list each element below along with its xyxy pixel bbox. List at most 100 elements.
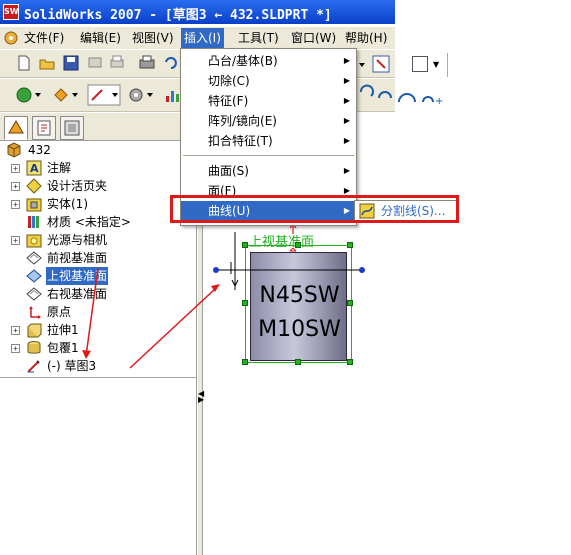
menu-item-label: 阵列/镜向(E) [208,114,277,128]
title-bar: SW SolidWorks 2007 - [草图3 ← 432.SLDPRT *… [0,0,395,24]
tree-item-label: 拉伸1 [47,323,79,337]
rebuild-icon[interactable] [15,86,43,104]
tree-item-label: 原点 [47,305,72,319]
part-icon [7,142,21,158]
chart-icon[interactable] [163,86,181,104]
tab-feature-manager[interactable] [4,116,28,140]
submenu-arrow-icon: ▶ [343,96,350,105]
menu-item-fastening-feature[interactable]: 扣合特征(T) ▶ [181,131,356,151]
submenu-arrow-icon: ▶ [343,76,350,85]
tree-item-label: 光源与相机 [47,233,108,247]
plane-icon [26,251,42,265]
feature-tree-icon [8,120,24,134]
menu-item-pattern-mirror[interactable]: 阵列/镜向(E) ▶ [181,111,356,131]
svg-text:A: A [30,162,39,175]
sketch-bounding-box [245,245,352,363]
sketch-handle[interactable] [295,242,301,248]
menu-insert[interactable]: 插入(I) [181,28,224,48]
tree-item-label: 材质 <未指定> [47,215,131,229]
options-icon[interactable] [52,86,80,104]
solid-body-folder-icon [26,198,42,212]
sketch-handle[interactable] [347,300,353,306]
tree-item-label: 包覆1 [47,341,79,355]
axis-endpoint-icon [213,267,219,273]
sketch-handle[interactable] [347,242,353,248]
menu-item-boss-base[interactable]: 凸台/基体(B) ▶ [181,51,356,71]
new-file-icon[interactable] [15,54,33,72]
tree-item-label-selected: 上视基准面 [46,267,109,285]
sketch-handle[interactable] [347,359,353,365]
print-preview-icon[interactable] [86,54,104,72]
design-binder-icon [26,178,42,194]
extrude-icon [27,323,42,338]
submenu-arrow-icon: ▶ [343,166,350,175]
lights-folder-icon [26,234,42,248]
sketch-handle[interactable] [242,359,248,365]
svg-text:+: + [435,96,443,107]
sketch-icon[interactable] [87,84,121,106]
tab-configuration-manager[interactable] [60,116,84,140]
tree-item-label: 设计活页夹 [47,179,108,193]
configuration-icon [64,120,80,136]
menu-item-label: 扣合特征(T) [208,134,273,148]
sketch-icon [27,360,40,373]
toolbar-separator [447,53,448,77]
menu-tools[interactable]: 工具(T) [238,28,279,48]
chevron-down-icon[interactable]: ▼ [433,60,439,69]
panel-divider [0,377,197,379]
submenu-arrow-icon: ▶ [343,56,350,65]
tab-property-manager[interactable] [32,116,56,140]
feature-tree: 432 + A 注解 + 设计活页夹 + 实体(1) 材质 <未指定> + 光源… [0,141,197,377]
plane-icon [26,269,42,283]
tree-item-label: 注解 [47,161,72,175]
expand-icon[interactable]: + [11,326,20,335]
highlight-annotation-box [170,195,459,223]
expand-icon[interactable]: + [11,182,20,191]
origin-marker-icon [231,279,239,288]
save-icon[interactable] [62,54,80,72]
document-menu-icon[interactable] [3,30,19,46]
menu-item-label: 特征(F) [208,94,249,108]
tree-item-label: 实体(1) [47,197,88,211]
expand-icon[interactable]: + [11,164,20,173]
menu-help[interactable]: 帮助(H) [345,28,387,48]
annotation-arrowhead-icon [211,284,220,292]
tree-item-label: (-) 草图3 [47,359,97,373]
undo-icon[interactable] [162,54,180,72]
menu-item-label: 切除(C) [208,74,250,88]
printer-icon[interactable] [138,54,156,72]
panel-tabs [0,113,197,141]
tree-root-label: 432 [28,143,51,157]
settings-gear-icon[interactable] [127,86,155,104]
menu-view[interactable]: 视图(V) [132,28,174,48]
print-icon[interactable] [108,54,126,72]
display-style-icon[interactable] [412,56,428,72]
tree-item-label: 右视基准面 [47,287,108,301]
open-folder-icon[interactable] [38,54,56,72]
property-icon [37,120,51,136]
right-toolbar-fragment-1 [359,55,390,73]
menu-bar: 文件(F) 编辑(E) 视图(V) 插入(I) 工具(T) 窗口(W) 帮助(H… [0,27,395,49]
splitter-grip-icon[interactable]: ◀ ▶ [198,390,204,404]
axis-endpoint-icon [359,267,365,273]
expand-icon[interactable]: + [11,344,20,353]
submenu-arrow-icon: ▶ [343,116,350,125]
expand-icon[interactable]: + [11,200,20,209]
sketch-handle[interactable] [242,242,248,248]
menu-item-features[interactable]: 特征(F) ▶ [181,91,356,111]
wrap-icon [27,341,41,354]
menu-file[interactable]: 文件(F) [24,28,64,48]
submenu-arrow-icon: ▶ [343,136,350,145]
origin-icon [29,306,41,319]
sketch-handle[interactable] [242,300,248,306]
menu-item-cut[interactable]: 切除(C) ▶ [181,71,356,91]
material-icon [28,216,39,228]
menu-item-surface[interactable]: 曲面(S) ▶ [181,161,356,181]
tree-item-label: 前视基准面 [47,251,108,265]
menu-edit[interactable]: 编辑(E) [80,28,121,48]
sketch-handle[interactable] [295,359,301,365]
feature-manager-panel: 432 + A 注解 + 设计活页夹 + 实体(1) 材质 <未指定> + 光源… [0,113,197,555]
menu-item-label: 曲面(S) [208,164,249,178]
expand-icon[interactable]: + [11,236,20,245]
menu-window[interactable]: 窗口(W) [291,28,336,48]
